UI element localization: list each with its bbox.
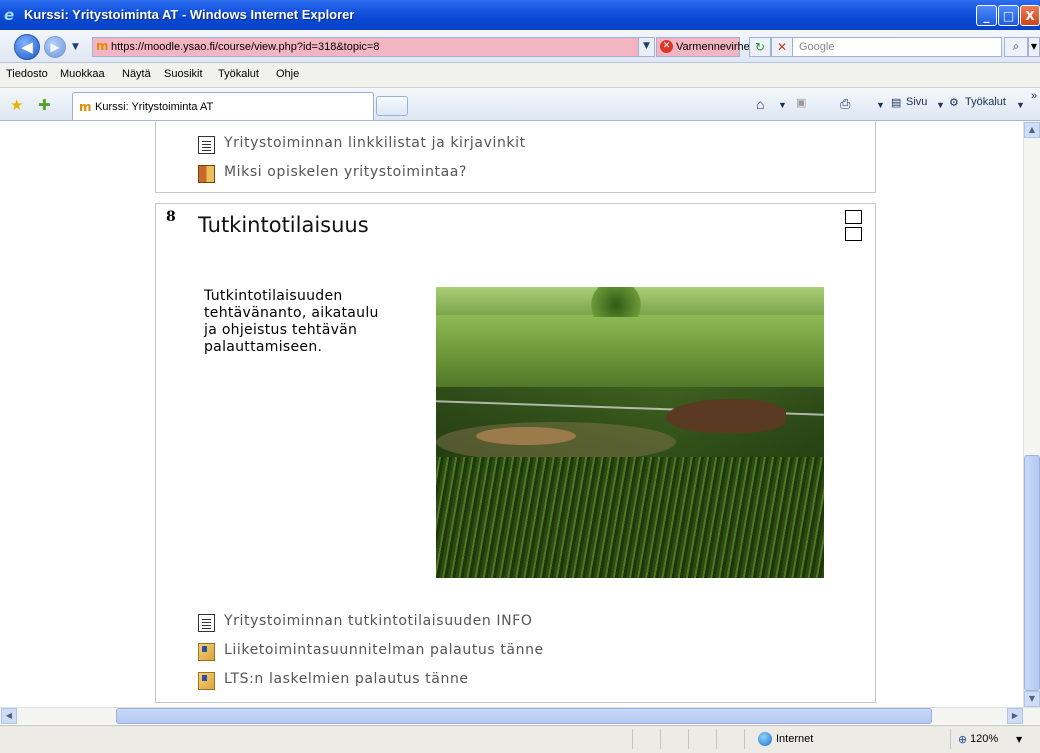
minimize-button[interactable]: _ [976, 5, 997, 26]
page-content: Yritystoiminnan linkkilistat ja kirjavin… [0, 121, 1023, 707]
menu-favorites[interactable]: Suosikit [164, 68, 203, 80]
section-photo-horses [436, 287, 824, 578]
globe-icon [758, 732, 772, 746]
scroll-right-icon[interactable]: ▶ [1007, 708, 1023, 724]
ie-logo-icon: e [4, 6, 15, 24]
new-tab-button[interactable] [376, 96, 408, 116]
course-section-previous [155, 121, 876, 193]
address-input[interactable]: m https://moodle.ysao.fi/course/view.php… [92, 37, 639, 57]
page-dropdown-icon[interactable]: ▼ [936, 100, 945, 110]
shield-error-icon: ✕ [660, 40, 673, 53]
print-dropdown-icon[interactable]: ▼ [876, 100, 885, 110]
menu-file[interactable]: Tiedosto [6, 68, 48, 80]
resource-link-miksi[interactable]: Miksi opiskelen yritystoimintaa? [224, 164, 467, 180]
moodle-favicon-icon: m [96, 39, 109, 53]
document-icon [198, 136, 215, 154]
status-divider [632, 729, 633, 749]
menu-help[interactable]: Ohje [276, 68, 299, 80]
close-button[interactable]: X [1020, 5, 1040, 26]
window-title: Kurssi: Yritystoiminta AT - Windows Inte… [24, 7, 355, 22]
status-divider [744, 729, 745, 749]
menu-view[interactable]: Näytä [122, 68, 151, 80]
menu-edit[interactable]: Muokkaa [60, 68, 105, 80]
address-dropdown-icon[interactable]: ▼ [638, 37, 655, 57]
horizontal-scroll-thumb[interactable] [116, 708, 932, 724]
status-divider [950, 729, 951, 749]
status-divider [688, 729, 689, 749]
quiz-icon [198, 165, 215, 183]
gear-icon[interactable]: ⚙ [949, 96, 959, 109]
photo-horse [666, 399, 786, 433]
status-bar [0, 725, 1040, 753]
document-icon [198, 614, 215, 632]
zoom-level[interactable]: 120% [970, 733, 998, 745]
section-description: Tutkintotilaisuuden tehtävänanto, aikata… [204, 288, 379, 355]
feeds-icon[interactable]: ▣ [796, 96, 806, 109]
tab-label: Kurssi: Yritystoiminta AT [95, 101, 214, 113]
scroll-down-icon[interactable]: ▼ [1024, 691, 1040, 707]
page-menu[interactable]: Sivu [906, 96, 927, 108]
tools-menu[interactable]: Työkalut [965, 96, 1006, 108]
maximize-button[interactable]: □ [998, 5, 1019, 26]
page-icon[interactable]: ▤ [891, 96, 901, 109]
certificate-error-button[interactable]: ✕ Varmennevirhe [656, 37, 750, 57]
security-zone: Internet [776, 733, 814, 745]
status-divider [660, 729, 661, 749]
print-icon[interactable]: ⎙ [840, 96, 850, 112]
certificate-error-label: Varmennevirhe [676, 41, 750, 53]
tools-dropdown-icon[interactable]: ▼ [1016, 100, 1025, 110]
vertical-scroll-thumb[interactable] [1024, 455, 1040, 691]
resource-link-linkkilistat[interactable]: Yritystoiminnan linkkilistat ja kirjavin… [224, 135, 526, 151]
back-button[interactable]: ◀ [14, 34, 40, 60]
history-dropdown-icon[interactable]: ▼ [72, 42, 79, 52]
search-icon[interactable]: ⌕ [1004, 37, 1028, 57]
resource-link-info[interactable]: Yritystoiminnan tutkintotilaisuuden INFO [224, 613, 532, 629]
assignment-link-lts[interactable]: Liiketoimintasuunnitelman palautus tänne [224, 642, 544, 658]
tab-kurssi[interactable]: m Kurssi: Yritystoiminta AT [72, 92, 374, 120]
photo-tree [586, 287, 646, 317]
status-divider [716, 729, 717, 749]
menu-tools[interactable]: Työkalut [218, 68, 259, 80]
search-options-icon[interactable]: ▼ [1028, 37, 1040, 57]
photo-grass [436, 457, 824, 578]
scroll-left-icon[interactable]: ◀ [1, 708, 17, 724]
refresh-icon[interactable]: ↻ [749, 37, 771, 57]
home-dropdown-icon[interactable]: ▼ [778, 100, 787, 110]
assignment-upload-icon [198, 672, 215, 690]
assignment-link-laskelmat[interactable]: LTS:n laskelmien palautus tänne [224, 671, 469, 687]
stop-icon[interactable]: ✕ [771, 37, 793, 57]
add-favorite-icon[interactable]: ✚ [38, 96, 51, 114]
forward-button[interactable]: ▶ [44, 36, 66, 58]
show-all-sections-icon[interactable] [845, 210, 862, 241]
toolbar-overflow[interactable]: » [1031, 90, 1037, 102]
photo-foal [476, 427, 576, 445]
zoom-icon[interactable]: ⊕ [958, 733, 967, 746]
menu-bar [0, 63, 1040, 88]
section-title: Tutkintotilaisuus [198, 213, 369, 237]
tab-favicon-icon: m [79, 100, 92, 114]
home-icon[interactable]: ⌂ [756, 96, 764, 112]
scroll-up-icon[interactable]: ▲ [1024, 122, 1040, 138]
assignment-upload-icon [198, 643, 215, 661]
search-input[interactable]: Google [792, 37, 1002, 57]
address-url: https://moodle.ysao.fi/course/view.php?i… [111, 41, 380, 53]
zoom-dropdown-icon[interactable]: ▼ [1016, 735, 1022, 744]
section-number: 8 [166, 209, 176, 225]
favorites-star-icon[interactable]: ★ [10, 96, 23, 114]
